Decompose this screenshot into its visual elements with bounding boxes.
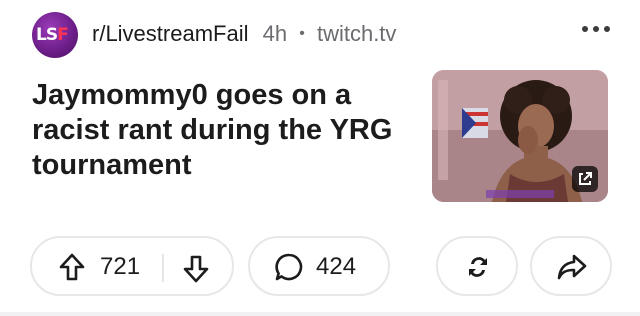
arrow-down-icon[interactable] xyxy=(182,254,210,284)
subreddit-logo: LSF xyxy=(36,25,69,45)
post-header: LSF r/LivestreamFail 4h • twitch.tv xyxy=(32,12,612,58)
subreddit-name[interactable]: r/LivestreamFail xyxy=(92,21,248,46)
meta-separator: • xyxy=(299,25,305,42)
subreddit-avatar[interactable]: LSF xyxy=(32,12,78,58)
more-horizontal-icon[interactable] xyxy=(582,24,612,34)
external-link-icon[interactable] xyxy=(572,166,598,192)
flag-in-background xyxy=(462,108,488,138)
comment-count: 424 xyxy=(316,253,357,280)
post-domain[interactable]: twitch.tv xyxy=(317,21,396,46)
post-thumbnail[interactable] xyxy=(432,70,608,202)
award-button[interactable] xyxy=(436,236,518,296)
award-swap-icon xyxy=(469,257,487,277)
arrow-up-icon[interactable] xyxy=(58,252,86,282)
share-button[interactable] xyxy=(530,236,612,296)
vote-divider xyxy=(162,254,164,282)
comment-bubble-icon xyxy=(275,253,303,281)
post-separator xyxy=(0,312,640,316)
comments-button[interactable]: 424 xyxy=(248,236,390,296)
upvote-count: 721 xyxy=(100,253,141,280)
post-time: 4h xyxy=(262,21,288,46)
post-meta: r/LivestreamFail 4h • twitch.tv xyxy=(92,21,396,47)
vote-pill: 721 xyxy=(30,236,234,296)
post-title[interactable]: Jaymommy0 goes on a racist rant during t… xyxy=(32,78,412,183)
share-arrow-icon xyxy=(557,254,587,280)
